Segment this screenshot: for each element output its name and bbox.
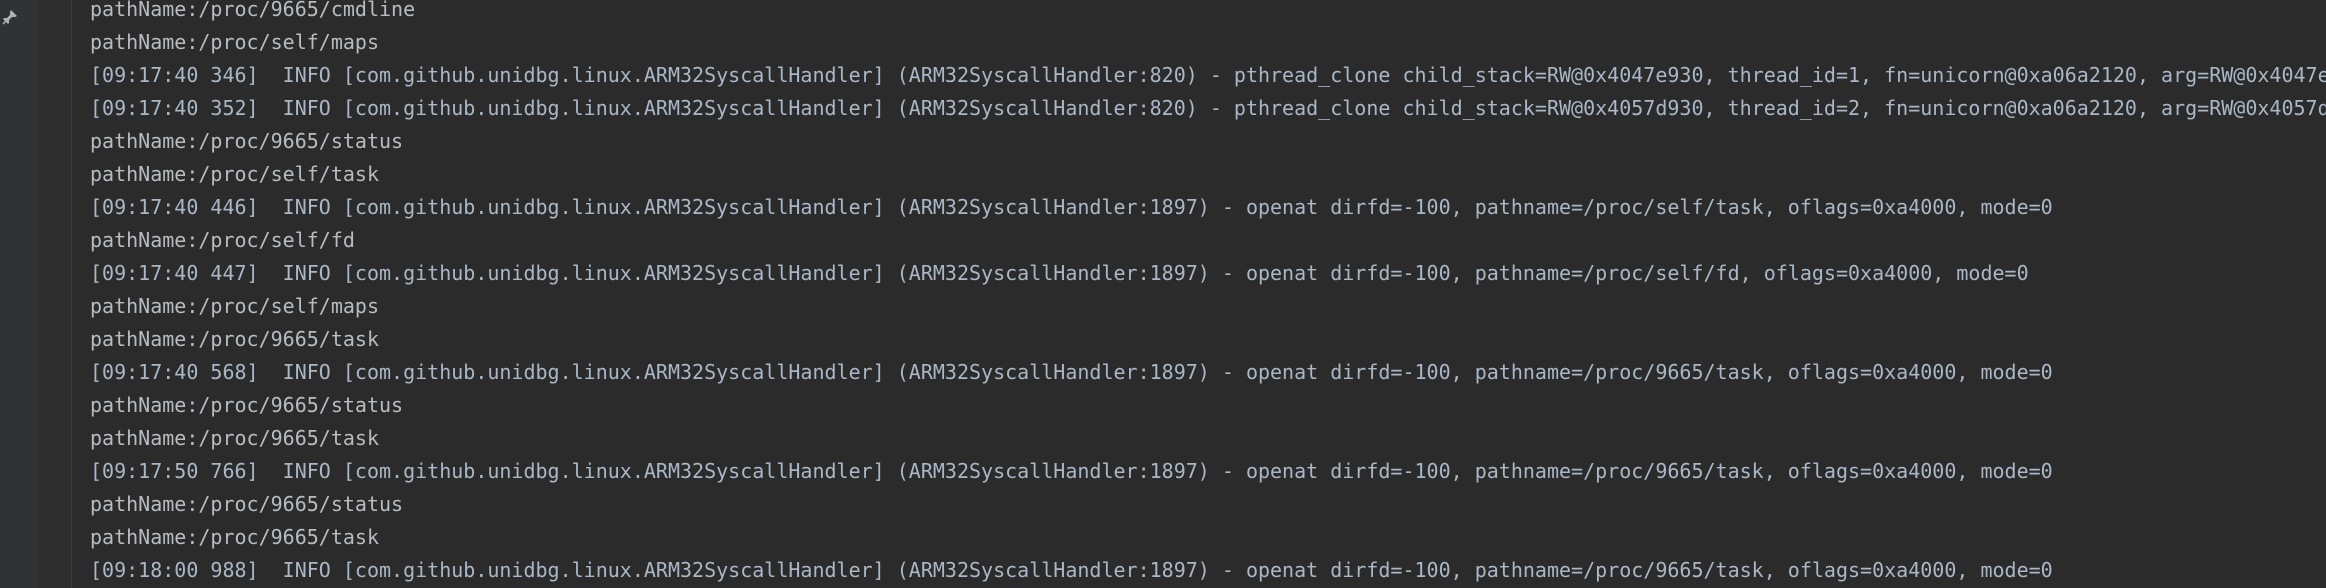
- console-gutter: [0, 0, 38, 588]
- pin-icon[interactable]: [2, 9, 18, 25]
- console-left-margin: [38, 0, 72, 588]
- log-line: [09:17:40 352] INFO [com.github.unidbg.l…: [90, 96, 2326, 120]
- path-line: pathName:/proc/self/fd: [90, 228, 355, 252]
- log-line: [09:17:40 446] INFO [com.github.unidbg.l…: [90, 195, 2053, 219]
- path-line: pathName:/proc/9665/task: [90, 426, 379, 450]
- log-line: [09:17:40 346] INFO [com.github.unidbg.l…: [90, 63, 2326, 87]
- path-line: pathName:/proc/9665/cmdline: [90, 0, 416, 21]
- log-line: [09:17:40 447] INFO [com.github.unidbg.l…: [90, 261, 2029, 285]
- path-line: pathName:/proc/self/task: [90, 162, 379, 186]
- log-line: [09:17:40 568] INFO [com.github.unidbg.l…: [90, 360, 2053, 384]
- path-line: pathName:/proc/self/maps: [90, 294, 379, 318]
- path-line: pathName:/proc/self/maps: [90, 30, 379, 54]
- console-output[interactable]: pathName:/proc/9665/cmdline pathName:/pro…: [90, 0, 2326, 588]
- path-line: pathName:/proc/9665/task: [90, 525, 379, 549]
- path-line: pathName:/proc/9665/status: [90, 393, 404, 417]
- log-line: [09:18:00 988] INFO [com.github.unidbg.l…: [90, 558, 2053, 582]
- log-line: [09:17:50 766] INFO [com.github.unidbg.l…: [90, 459, 2053, 483]
- path-line: pathName:/proc/9665/status: [90, 492, 404, 516]
- path-line: pathName:/proc/9665/status: [90, 129, 404, 153]
- path-line: pathName:/proc/9665/task: [90, 327, 379, 351]
